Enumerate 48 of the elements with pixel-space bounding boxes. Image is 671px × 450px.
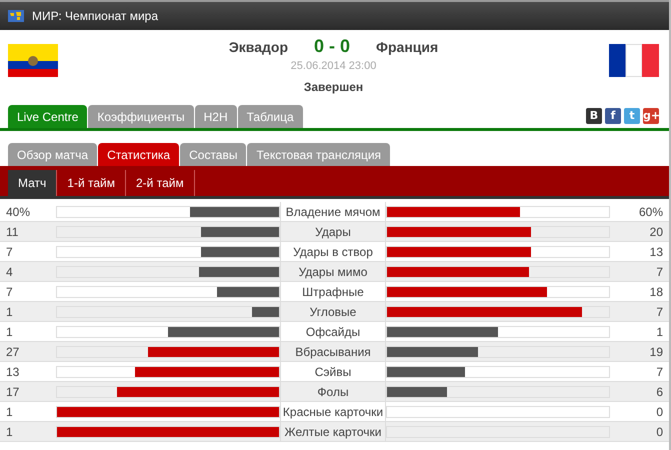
home-value: 4 (5, 265, 14, 279)
away-team: Франция (376, 38, 438, 54)
window-title: МИР: Чемпионат мира (32, 9, 158, 23)
share-button[interactable]: t (624, 108, 640, 124)
period-tab[interactable]: 2-й тайм (126, 170, 195, 196)
share-button[interactable]: B (586, 108, 602, 124)
home-value: 7 (5, 245, 14, 259)
away-value: 60% (638, 205, 664, 219)
home-value: 1 (5, 325, 14, 339)
flag-icon (8, 44, 58, 77)
away-value: 13 (648, 245, 664, 259)
away-value: 1 (655, 325, 664, 339)
away-value: 19 (648, 345, 664, 359)
away-value: 0 (655, 425, 664, 439)
section-tab[interactable]: Составы (180, 143, 246, 166)
share-button[interactable]: f (605, 108, 621, 124)
main-tab[interactable]: Live Centre (8, 105, 88, 128)
home-value: 17 (5, 385, 20, 399)
away-value: 7 (655, 305, 664, 319)
flag-icon (608, 44, 659, 77)
away-value: 18 (648, 285, 664, 299)
home-value: 1 (5, 405, 14, 419)
match-status: Завершен (304, 80, 364, 94)
score: 0 - 0 (314, 36, 350, 57)
section-tab[interactable]: Обзор матча (8, 143, 98, 166)
home-value: 1 (5, 305, 14, 319)
match-date: 25.06.2014 23:00 (290, 60, 376, 72)
section-tab[interactable]: Текстовая трансляция (247, 143, 390, 166)
away-value: 7 (655, 265, 664, 279)
away-value: 7 (655, 365, 664, 379)
away-value: 0 (655, 405, 664, 419)
away-value: 20 (648, 225, 664, 239)
section-tab[interactable]: Статистика (98, 143, 180, 166)
home-value: 40% (5, 205, 32, 219)
period-tab[interactable]: Матч (8, 170, 58, 196)
main-tab[interactable]: Таблица (238, 105, 303, 128)
home-value: 1 (5, 425, 14, 439)
home-value: 27 (5, 345, 20, 359)
share-button[interactable]: g+ (643, 108, 659, 124)
home-value: 7 (5, 285, 14, 299)
main-tab[interactable]: H2H (194, 105, 237, 128)
home-value: 11 (5, 225, 20, 239)
home-team: Эквадор (228, 38, 288, 54)
period-tab[interactable]: 1-й тайм (57, 170, 126, 196)
main-tab[interactable]: Коэффициенты (88, 105, 194, 128)
away-value: 6 (655, 385, 664, 399)
globe-icon (8, 10, 24, 22)
home-value: 13 (5, 365, 20, 379)
